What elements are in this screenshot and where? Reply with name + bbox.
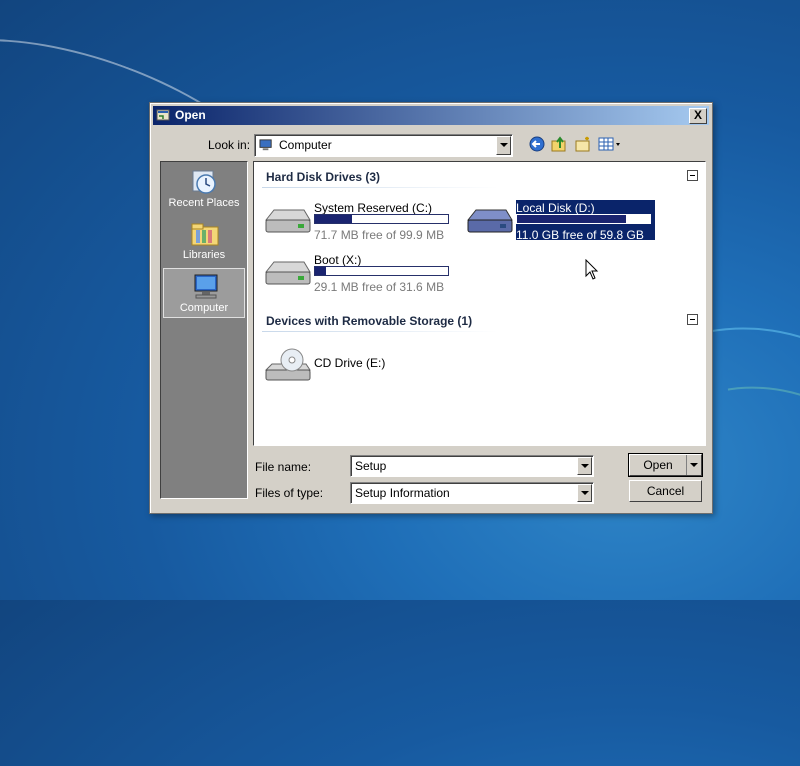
file-view: Hard Disk Drives (3) System Reserved (C:… (253, 161, 706, 446)
collapse-removable-button[interactable] (687, 314, 698, 325)
usage-fill (315, 215, 353, 223)
dialog-icon (156, 109, 170, 121)
place-recent-places[interactable]: Recent Places (163, 164, 245, 214)
open-button[interactable]: Open (628, 453, 703, 477)
drive-name: System Reserved (C:) (314, 201, 433, 215)
up-folder-icon[interactable] (549, 134, 569, 154)
hard-drive-icon (264, 261, 311, 285)
file-type-select[interactable]: Setup Information (350, 482, 594, 504)
collapse-hard-disks-button[interactable] (687, 170, 698, 181)
usage-bar (516, 214, 651, 224)
file-name-dropdown-arrow[interactable] (577, 457, 592, 475)
place-label: Computer (179, 302, 229, 314)
look-in-combo[interactable]: Computer (254, 134, 513, 157)
open-dialog: Open X Look in: Computer Recent Places L… (149, 102, 713, 514)
usage-fill (517, 215, 627, 223)
dialog-title: Open (175, 108, 206, 122)
chevron-down-icon (690, 463, 698, 467)
new-folder-icon[interactable] (573, 134, 593, 154)
usage-bar (314, 266, 449, 276)
drive-c[interactable]: System Reserved (C:) 71.7 MB free of 99.… (262, 200, 462, 242)
computer-icon (194, 274, 218, 299)
look-in-dropdown-arrow[interactable] (496, 136, 511, 155)
back-icon[interactable] (527, 134, 547, 154)
open-button-label: Open (643, 458, 673, 472)
place-libraries[interactable]: Libraries (163, 216, 245, 266)
file-type-value: Setup Information (355, 486, 450, 500)
drive-free-space: 71.7 MB free of 99.9 MB (314, 228, 445, 242)
usage-bar (314, 214, 449, 224)
file-name-value: Setup (355, 459, 387, 473)
look-in-value: Computer (279, 138, 332, 152)
view-menu-icon[interactable] (597, 134, 623, 154)
mouse-cursor-icon (585, 259, 599, 280)
usage-fill (315, 267, 326, 275)
place-label: Recent Places (168, 197, 240, 209)
file-type-label: Files of type: (255, 486, 324, 500)
places-bar: Recent Places Libraries Computer (160, 161, 248, 499)
title-bar: Open X (153, 106, 709, 125)
drive-free-space: 29.1 MB free of 31.6 MB (314, 280, 445, 294)
drive-x[interactable]: Boot (X:) 29.1 MB free of 31.6 MB (262, 252, 462, 294)
file-name-label: File name: (255, 460, 312, 474)
libraries-icon (191, 223, 219, 246)
drive-e[interactable]: CD Drive (E:) (262, 344, 462, 386)
file-name-input[interactable]: Setup (350, 455, 594, 477)
place-label: Libraries (182, 249, 226, 261)
group-divider (262, 331, 498, 332)
recent-places-icon (192, 170, 216, 194)
cd-drive-icon (264, 348, 311, 381)
close-button[interactable]: X (689, 108, 707, 124)
group-divider (262, 187, 498, 188)
look-in-label: Look in: (208, 138, 251, 152)
place-computer[interactable]: Computer (163, 268, 245, 318)
cancel-button[interactable]: Cancel (629, 480, 702, 502)
drive-name: Local Disk (D:) (516, 201, 595, 215)
file-type-dropdown-arrow[interactable] (577, 484, 592, 502)
group-header-hard-disks: Hard Disk Drives (3) (266, 170, 381, 184)
computer-small-icon (259, 139, 272, 151)
local-disk-icon (466, 209, 513, 233)
hard-drive-icon (264, 209, 311, 233)
drive-name: CD Drive (E:) (314, 356, 386, 370)
drive-free-space: 11.0 GB free of 59.8 GB (516, 228, 644, 242)
drive-name: Boot (X:) (314, 253, 362, 267)
drive-d[interactable]: Local Disk (D:) 11.0 GB free of 59.8 GB (464, 200, 664, 242)
group-header-removable: Devices with Removable Storage (1) (266, 314, 473, 328)
